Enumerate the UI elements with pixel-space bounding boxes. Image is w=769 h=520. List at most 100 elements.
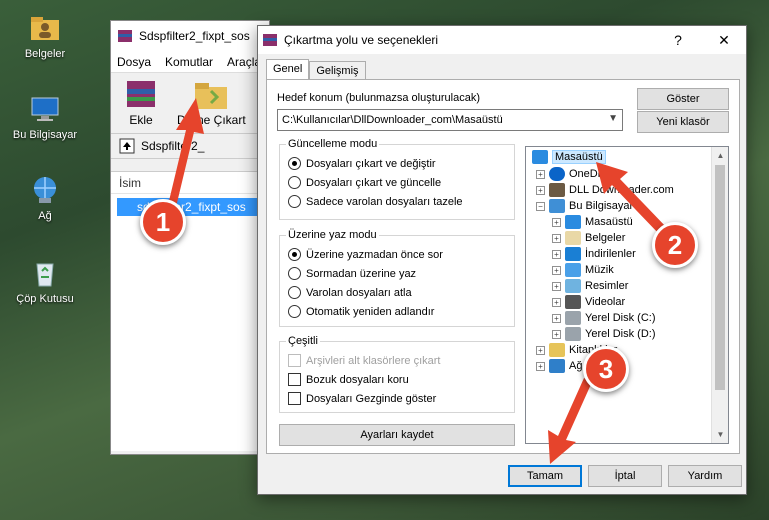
expand-icon[interactable]: + — [552, 265, 561, 275]
step-badge-1: 1 — [140, 199, 186, 245]
scroll-down-icon[interactable]: ▼ — [712, 426, 728, 443]
download-icon — [565, 247, 581, 261]
option-label: Arşivleri alt klasörlere çıkart — [306, 354, 441, 367]
chevron-down-icon[interactable]: ▼ — [608, 113, 618, 124]
expand-icon[interactable]: + — [552, 233, 561, 243]
tree-item-downloads[interactable]: + İndirilenler — [552, 247, 636, 261]
user-icon — [549, 183, 565, 197]
misc-group: Çeşitli Arşivleri alt klasörlere çıkart … — [279, 335, 515, 413]
update-option-update[interactable]: Dosyaları çıkart ve güncelle — [288, 176, 441, 189]
misc-option-show-in-explorer[interactable]: Dosyaları Gezginde göster — [288, 392, 436, 405]
new-folder-button[interactable]: Yeni klasör — [637, 111, 729, 133]
music-icon — [565, 263, 581, 277]
ok-button[interactable]: Tamam — [508, 465, 582, 487]
radio-selected[interactable] — [288, 157, 301, 170]
radio[interactable] — [288, 176, 301, 189]
tree-item-this-pc[interactable]: − Bu Bilgisayar — [536, 199, 633, 213]
desktop-icon-this-pc[interactable]: Bu Bilgisayar — [5, 93, 85, 141]
tree-item-drive-c[interactable]: + Yerel Disk (C:) — [552, 311, 656, 325]
file-row[interactable]: sdspfilter2_fixpt_sos — [117, 198, 269, 216]
add-archive-icon — [127, 81, 155, 107]
tree-item-user[interactable]: + DLL Downloader.com — [536, 183, 674, 197]
tree-item-label: Yerel Disk (C:) — [585, 312, 656, 324]
tab-advanced[interactable]: Gelişmiş — [309, 61, 366, 80]
help-title-button[interactable]: ? — [658, 28, 698, 52]
overwrite-mode-group: Üzerine yaz modu Üzerine yazmadan önce s… — [279, 229, 515, 327]
menu-commands[interactable]: Komutlar — [165, 55, 213, 69]
radio[interactable] — [288, 305, 301, 318]
radio[interactable] — [288, 286, 301, 299]
tab-general[interactable]: Genel — [266, 59, 310, 80]
scroll-thumb[interactable] — [715, 165, 725, 390]
desktop-icon-recycle-bin[interactable]: Çöp Kutusu — [5, 257, 85, 305]
expand-icon[interactable]: + — [536, 345, 545, 355]
overwrite-option-overwrite[interactable]: Sormadan üzerine yaz — [288, 267, 416, 280]
tree-item-label: DLL Downloader.com — [569, 184, 674, 196]
libraries-icon — [549, 343, 565, 357]
tree-item-videos[interactable]: + Videolar — [552, 295, 625, 309]
expand-icon[interactable]: + — [552, 313, 561, 323]
checkbox[interactable] — [288, 392, 301, 405]
show-button[interactable]: Göster — [637, 88, 729, 110]
menu-tools[interactable]: Araçla — [227, 55, 261, 69]
collapse-icon[interactable]: − — [536, 201, 545, 211]
expand-icon[interactable]: + — [552, 297, 561, 307]
overwrite-option-ask[interactable]: Üzerine yazmadan önce sor — [288, 248, 443, 261]
up-folder-icon[interactable] — [119, 138, 135, 154]
column-header-name[interactable]: İsim — [111, 172, 269, 194]
radio-selected[interactable] — [288, 248, 301, 261]
extract-to-button[interactable]: Dizine Çıkart — [177, 77, 246, 129]
update-option-replace[interactable]: Dosyaları çıkart ve değiştir — [288, 157, 436, 170]
desktop-icon-label: Belgeler — [24, 48, 66, 60]
expand-icon[interactable]: + — [552, 217, 561, 227]
save-settings-button[interactable]: Ayarları kaydet — [279, 424, 515, 446]
option-label: Bozuk dosyaları koru — [306, 373, 409, 386]
update-mode-group: Güncelleme modu Dosyaları çıkart ve deği… — [279, 138, 515, 220]
winrar-file-list: İsim sdspfilter2_fixpt_sos — [111, 171, 269, 451]
winrar-titlebar: Sdspfilter2_fixpt_sos — [111, 21, 269, 51]
winrar-pathbar: Sdspfilter2_ — [111, 133, 269, 159]
misc-option-keep-broken[interactable]: Bozuk dosyaları koru — [288, 373, 409, 386]
winrar-app-icon — [263, 34, 277, 46]
desktop-icon-documents[interactable]: Belgeler — [5, 12, 85, 60]
radio[interactable] — [288, 267, 301, 280]
expand-icon[interactable]: + — [552, 329, 561, 339]
close-button[interactable]: ✕ — [704, 28, 744, 52]
desktop-icon-network[interactable]: Ağ — [5, 174, 85, 222]
destination-value: C:\Kullanıcılar\DllDownloader_com\Masaüs… — [282, 114, 503, 126]
update-option-freshen[interactable]: Sadece varolan dosyaları tazele — [288, 195, 463, 208]
menu-file[interactable]: Dosya — [117, 55, 151, 69]
add-button[interactable]: Ekle — [121, 77, 161, 129]
step-badge-2: 2 — [652, 222, 698, 268]
overwrite-option-rename[interactable]: Otomatik yeniden adlandır — [288, 305, 434, 318]
tree-item-desktop-root[interactable]: Masaüstü — [532, 150, 606, 164]
expand-icon[interactable]: + — [536, 169, 545, 179]
option-label: Sormadan üzerine yaz — [306, 267, 417, 280]
cloud-icon — [549, 167, 565, 181]
step-badge-3: 3 — [583, 346, 629, 392]
expand-icon[interactable]: + — [536, 185, 545, 195]
destination-combobox[interactable]: C:\Kullanıcılar\DllDownloader_com\Masaüs… — [277, 109, 623, 131]
tree-scrollbar[interactable]: ▲ ▼ — [711, 147, 728, 443]
tree-item-desktop[interactable]: + Masaüstü — [552, 215, 633, 229]
radio[interactable] — [288, 195, 301, 208]
tree-item-pictures[interactable]: + Resimler — [552, 279, 628, 293]
tree-item-documents[interactable]: + Belgeler — [552, 231, 625, 245]
network-globe-icon — [34, 177, 56, 203]
cancel-button[interactable]: İptal — [588, 465, 662, 487]
tree-item-drive-d[interactable]: + Yerel Disk (D:) — [552, 327, 656, 341]
drive-icon — [565, 327, 581, 341]
scroll-up-icon[interactable]: ▲ — [712, 147, 728, 164]
tree-item-network[interactable]: + Ağ — [536, 359, 582, 373]
help-button[interactable]: Yardım — [668, 465, 742, 487]
option-label: Otomatik yeniden adlandır — [306, 305, 435, 318]
tree-item-music[interactable]: + Müzik — [552, 263, 614, 277]
misc-option-subfolders: Arşivleri alt klasörlere çıkart — [288, 354, 440, 367]
expand-icon[interactable]: + — [536, 361, 545, 371]
expand-icon[interactable]: + — [552, 249, 561, 259]
expand-icon[interactable]: + — [552, 281, 561, 291]
tree-item-onedrive[interactable]: + OneDrive — [536, 167, 615, 181]
checkbox[interactable] — [288, 373, 301, 386]
winrar-app-icon — [118, 30, 132, 42]
overwrite-option-skip[interactable]: Varolan dosyaları atla — [288, 286, 412, 299]
